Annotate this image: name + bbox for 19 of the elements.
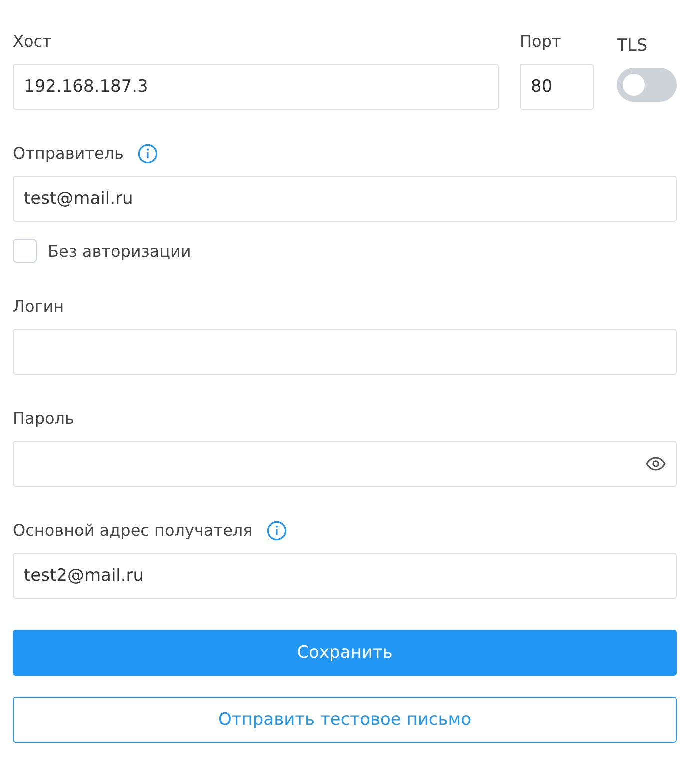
field-label: Логин bbox=[13, 296, 64, 318]
toggle-switch[interactable] bbox=[617, 68, 677, 102]
input-field[interactable]: 192.168.187.3 bbox=[13, 64, 499, 110]
checkbox-label: Без авторизации bbox=[48, 242, 192, 260]
input-field[interactable]: test@mail.ru bbox=[13, 176, 677, 222]
eye-icon[interactable] bbox=[646, 457, 666, 471]
input-field[interactable]: test2@mail.ru bbox=[13, 553, 677, 599]
info-icon[interactable] bbox=[138, 144, 158, 164]
field-label: Отправитель bbox=[13, 143, 124, 165]
field-label: TLS bbox=[617, 35, 648, 57]
input-field[interactable]: 80 bbox=[520, 64, 594, 110]
password-field[interactable] bbox=[13, 441, 677, 487]
field-label: Хост bbox=[13, 31, 52, 53]
field-label: Основной адрес получателя bbox=[13, 520, 253, 542]
field-label: Пароль bbox=[13, 408, 74, 430]
info-icon[interactable] bbox=[266, 521, 287, 541]
input-field[interactable] bbox=[13, 329, 677, 375]
field-label: Порт bbox=[520, 31, 562, 53]
checkbox[interactable] bbox=[13, 239, 37, 263]
